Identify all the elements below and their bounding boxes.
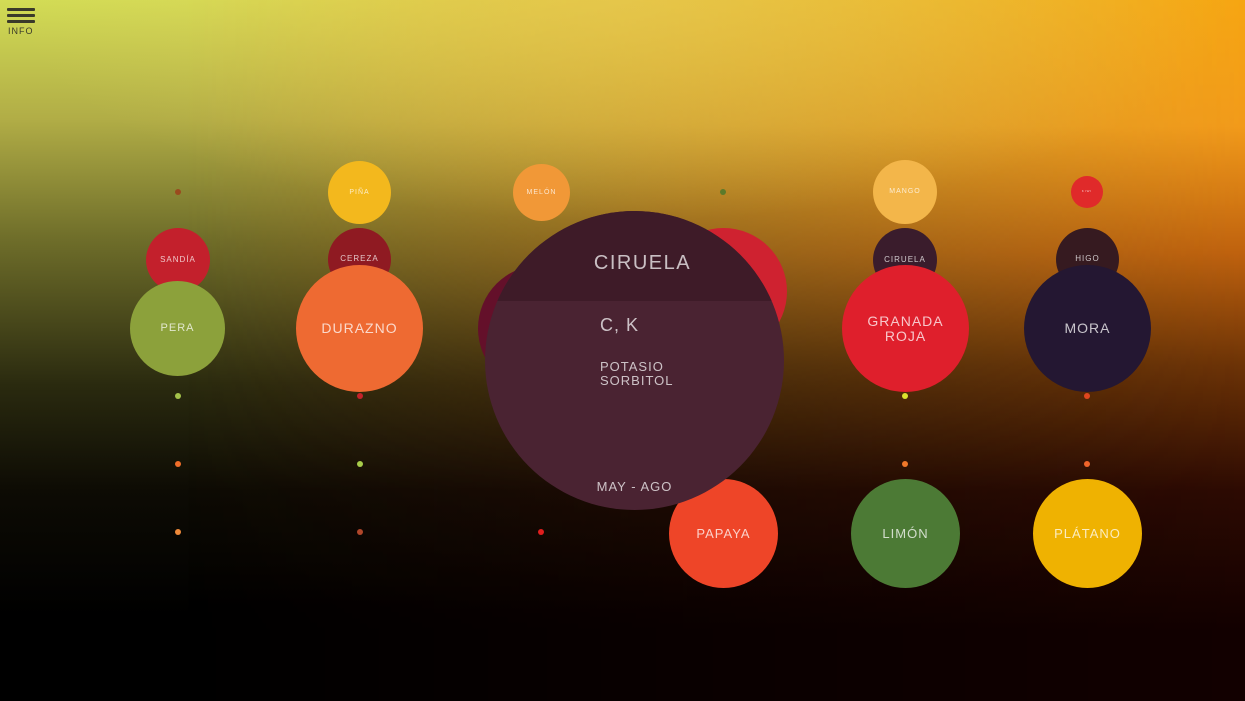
fruit-detail-popup[interactable]: CIRUELA C, K POTASIO SORBITOL MAY - AGO	[485, 211, 784, 510]
info-label: INFO	[8, 26, 34, 36]
fruit-label: MANGO	[889, 188, 921, 196]
fruit-bubble-kiwi[interactable]: KIWI	[1071, 176, 1103, 208]
fruit-label: PLÁTANO	[1054, 525, 1121, 541]
info-menu-button[interactable]: INFO	[7, 4, 39, 36]
fruit-bubble-platano[interactable]: PLÁTANO	[1033, 479, 1142, 588]
dot-marker	[1084, 461, 1090, 467]
fruit-bubble-mora[interactable]: MORA	[1024, 265, 1151, 392]
dot-marker	[902, 393, 908, 399]
fruit-bubble-mango[interactable]: MANGO	[873, 160, 937, 224]
fruit-label: PIÑA	[349, 188, 370, 196]
popup-minerals: POTASIO SORBITOL	[600, 360, 674, 388]
popup-fruit-name: CIRUELA	[593, 252, 692, 274]
fruit-label: MORA	[1064, 320, 1111, 337]
fruit-label: MELÓN	[526, 188, 557, 196]
fruit-label: HIGO	[1075, 254, 1100, 264]
fruit-label: PAPAYA	[696, 525, 751, 541]
dot-marker	[1084, 393, 1090, 399]
fruit-bubble-durazno[interactable]: DURAZNO	[296, 265, 423, 392]
popup-vitamins: C, K	[600, 315, 640, 335]
fruit-label: CIRUELA	[884, 254, 926, 264]
dot-marker	[175, 393, 181, 399]
dot-marker	[357, 529, 363, 535]
popup-mineral: POTASIO	[600, 359, 664, 374]
fruit-label: PERA	[160, 321, 195, 334]
popup-season: MAY - AGO	[596, 479, 673, 494]
fruit-bubble-pina[interactable]: PIÑA	[328, 161, 391, 224]
dot-marker	[538, 529, 544, 535]
fruit-label: LIMÓN	[882, 525, 929, 541]
hamburger-menu-icon	[7, 4, 39, 23]
fruit-label: CEREZA	[340, 254, 379, 264]
fruit-bubble-pera[interactable]: PERA	[130, 281, 225, 376]
dot-marker	[175, 461, 181, 467]
dot-marker	[175, 529, 181, 535]
fruit-label: KIWI	[1081, 189, 1093, 194]
fruit-label: SANDÍA	[160, 254, 196, 264]
dot-marker	[720, 189, 726, 195]
dot-marker	[357, 461, 363, 467]
dot-marker	[902, 461, 908, 467]
popup-mineral: SORBITOL	[600, 373, 674, 388]
fruit-label: GRANADA ROJA	[867, 312, 944, 344]
dot-marker	[357, 393, 363, 399]
fruit-label: DURAZNO	[321, 320, 398, 337]
fruit-bubble-granada-roja[interactable]: GRANADA ROJA	[842, 265, 969, 392]
fruit-bubble-limon[interactable]: LIMÓN	[851, 479, 960, 588]
dot-marker	[175, 189, 181, 195]
